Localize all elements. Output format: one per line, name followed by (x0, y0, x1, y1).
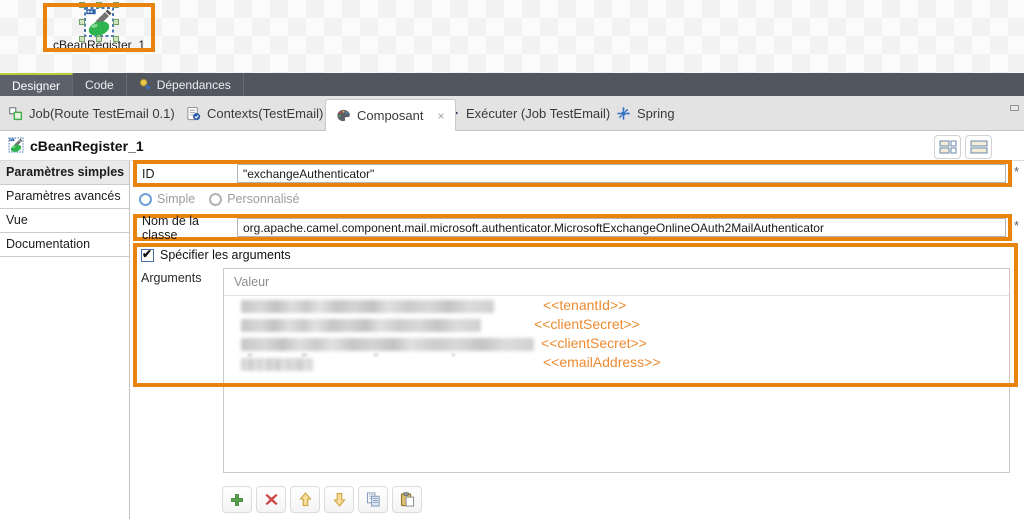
arrow-up-icon (299, 492, 312, 507)
class-name-label: Nom de la classe (137, 214, 237, 242)
cbeanregister-icon (83, 6, 115, 38)
tab-dependencies[interactable]: Dépendances (127, 73, 244, 96)
view-tab-bar: Designer Code Dépendances (0, 73, 1024, 96)
tab-contexts[interactable]: Contexts(TestEmail) (186, 96, 323, 130)
plus-icon (230, 493, 244, 507)
id-row: ID (133, 160, 1012, 187)
minimize-icon[interactable] (1010, 105, 1019, 111)
selection-handle[interactable] (79, 2, 85, 8)
move-down-button[interactable] (324, 486, 354, 513)
table-view-button[interactable] (934, 135, 961, 159)
page-title: cBeanRegister_1 (30, 138, 144, 154)
selection-handle[interactable] (113, 36, 119, 42)
add-row-button[interactable] (222, 486, 252, 513)
selection-handle[interactable] (96, 2, 102, 8)
copy-icon (366, 492, 381, 507)
selection-handle[interactable] (113, 2, 119, 8)
dependencies-icon (139, 78, 152, 91)
paste-button[interactable] (392, 486, 422, 513)
selection-handle[interactable] (79, 19, 85, 25)
required-marker: * (1014, 218, 1019, 233)
redacted-value (241, 319, 481, 332)
radio-personnalise-circle[interactable] (209, 193, 222, 206)
radio-simple[interactable]: Simple (139, 192, 195, 206)
id-label: ID (137, 167, 237, 181)
sidebar-divider (129, 161, 130, 519)
redacted-fragment (374, 354, 378, 356)
paste-icon (400, 492, 415, 507)
radio-personnalise[interactable]: Personnalisé (209, 192, 299, 206)
spring-icon (616, 106, 631, 121)
tab-contexts-label: Contexts(TestEmail) (207, 106, 323, 121)
selection-handle[interactable] (113, 19, 119, 25)
redacted-value (241, 358, 313, 371)
selection-handle[interactable] (96, 36, 102, 42)
delete-row-button[interactable] (256, 486, 286, 513)
sidebar-item-documentation[interactable]: Documentation (0, 233, 129, 257)
tab-spring[interactable]: Spring (616, 96, 675, 130)
radio-simple-label: Simple (157, 192, 195, 206)
radio-personnalise-label: Personnalisé (227, 192, 299, 206)
design-canvas[interactable]: cBeanRegister_1 (0, 0, 1024, 73)
table-header-separator (224, 295, 1009, 296)
argument-annotation: <<tenantId>> (543, 297, 626, 313)
panel-tab-bar: Job(Route TestEmail 0.1) Contexts(TestEm… (0, 96, 1024, 131)
delete-x-icon (265, 493, 278, 506)
component-header-icon (8, 137, 24, 153)
specify-arguments-checkbox-row: ✔ Spécifier les arguments (141, 248, 291, 262)
arguments-table[interactable]: Valeur <<tenantId>> <<clientSecret>> <<c… (223, 268, 1010, 473)
class-name-row: Nom de la classe (133, 214, 1012, 241)
table-view-icon (939, 140, 957, 154)
specify-arguments-checkbox[interactable]: ✔ (141, 249, 154, 262)
checkmark-icon: ✔ (142, 247, 152, 261)
arrow-down-icon (333, 492, 346, 507)
argument-annotation: <<emailAddress>> (543, 354, 661, 370)
list-view-button[interactable] (965, 135, 992, 159)
arguments-toolbar (222, 486, 422, 513)
tab-job[interactable]: Job(Route TestEmail 0.1) (8, 96, 175, 130)
redacted-fragment (452, 354, 455, 356)
argument-annotation: <<clientSecret>> (541, 335, 647, 351)
sidebar-item-parametres-avances[interactable]: Paramètres avancés (0, 185, 129, 209)
settings-sidebar: Paramètres simples Paramètres avancés Vu… (0, 161, 129, 257)
tab-designer[interactable]: Designer (0, 73, 73, 96)
required-marker: * (1014, 164, 1019, 179)
argument-annotation: <<clientSecret>> (534, 316, 640, 332)
class-name-input[interactable] (237, 218, 1006, 237)
job-icon (8, 106, 23, 121)
tab-composant[interactable]: Composant × (325, 99, 456, 131)
close-icon[interactable]: × (437, 109, 444, 123)
list-view-icon (970, 140, 988, 154)
radio-simple-circle[interactable] (139, 193, 152, 206)
move-up-button[interactable] (290, 486, 320, 513)
tab-job-label: Job(Route TestEmail 0.1) (29, 106, 175, 121)
redacted-fragment (302, 354, 307, 356)
tab-run[interactable]: Exécuter (Job TestEmail) (446, 96, 610, 130)
id-input[interactable] (237, 164, 1006, 183)
sidebar-item-vue[interactable]: Vue (0, 209, 129, 233)
selection-handle[interactable] (79, 36, 85, 42)
redacted-value (241, 300, 494, 313)
palette-icon (336, 108, 351, 123)
tab-run-label: Exécuter (Job TestEmail) (466, 106, 610, 121)
talend-studio-window: cBeanRegister_1 Designer Code Dépendance… (0, 0, 1024, 519)
arguments-label: Arguments (141, 271, 201, 285)
tab-composant-label: Composant (357, 108, 423, 123)
sidebar-item-parametres-simples[interactable]: Paramètres simples (0, 161, 129, 185)
redacted-fragment (248, 354, 252, 356)
tab-designer-label: Designer (12, 79, 60, 93)
tab-code[interactable]: Code (73, 73, 127, 96)
value-column-header: Valeur (234, 275, 269, 289)
specify-arguments-label: Spécifier les arguments (160, 248, 291, 262)
tab-dependencies-label: Dépendances (157, 78, 231, 92)
class-mode-radios: Simple Personnalisé (139, 192, 299, 206)
copy-button[interactable] (358, 486, 388, 513)
cbeanregister-node[interactable] (83, 6, 115, 38)
redacted-value (241, 338, 534, 351)
tab-code-label: Code (85, 78, 114, 92)
contexts-icon (186, 106, 201, 121)
tab-spring-label: Spring (637, 106, 675, 121)
